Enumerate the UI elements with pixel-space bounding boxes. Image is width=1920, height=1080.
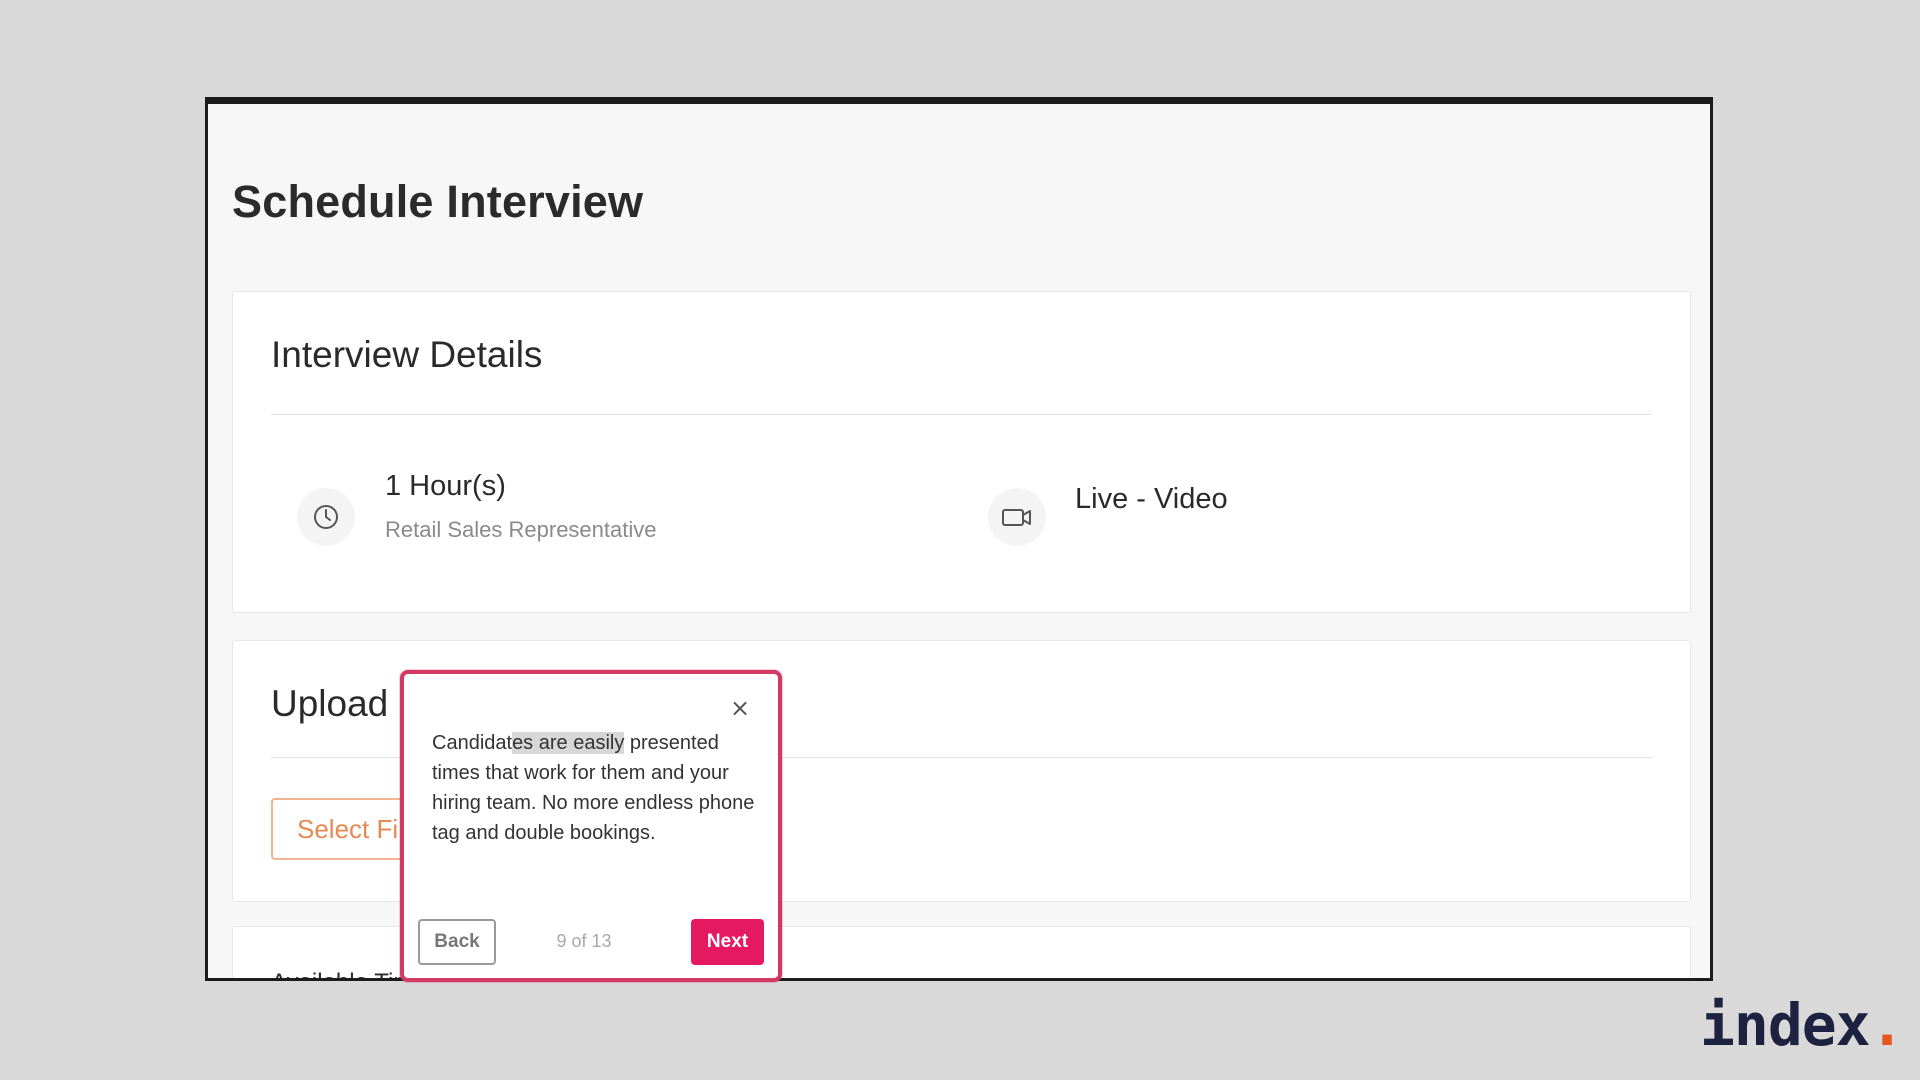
- interview-details-heading: Interview Details: [271, 334, 543, 375]
- page-title: Schedule Interview: [232, 176, 644, 227]
- index-logo: index.: [1700, 995, 1905, 1055]
- close-icon[interactable]: ×: [728, 696, 752, 720]
- tour-back-button[interactable]: Back: [418, 919, 496, 965]
- interview-duration: 1 Hour(s): [385, 470, 506, 502]
- tour-step-counter: 9 of 13: [556, 931, 612, 951]
- clock-icon: [297, 488, 355, 546]
- tour-text-start: Candidat: [432, 732, 513, 754]
- tour-popover: × Candidates are easily presented times …: [400, 670, 782, 982]
- interview-type: Live - Video: [1075, 483, 1228, 515]
- tour-next-button[interactable]: Next: [691, 919, 764, 965]
- job-title: Retail Sales Representative: [385, 517, 657, 542]
- tour-text-highlight: es are easily: [512, 732, 625, 754]
- divider: [271, 414, 1652, 415]
- brand-dot: .: [1869, 991, 1905, 1059]
- tour-message: Candidates are easily presented times th…: [432, 728, 762, 848]
- brand-name: index: [1700, 991, 1871, 1059]
- interview-details-card: Interview Details 1 Hour(s) Retail Sales…: [232, 291, 1691, 613]
- upload-heading: Upload I: [271, 683, 409, 724]
- video-camera-icon: [988, 488, 1046, 546]
